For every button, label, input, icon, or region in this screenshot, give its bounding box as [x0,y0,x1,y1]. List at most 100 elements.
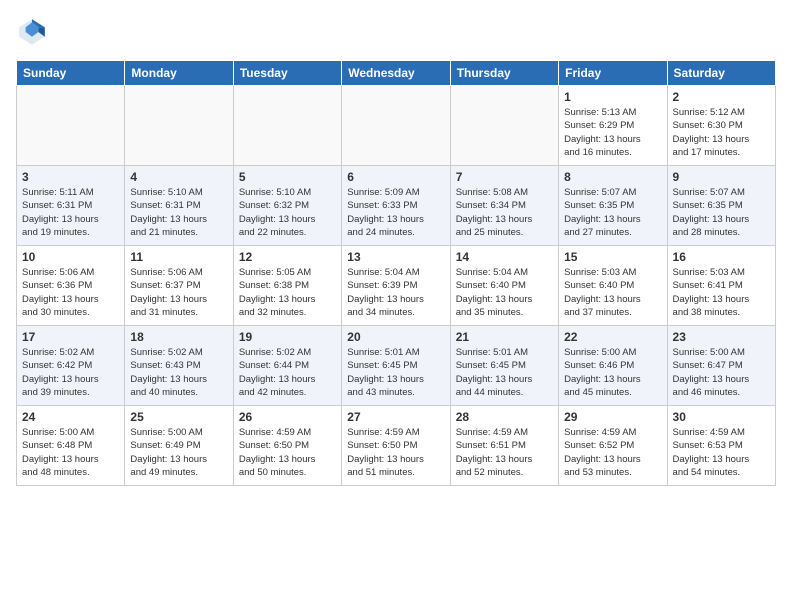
day-number: 15 [564,250,661,264]
weekday-header-wednesday: Wednesday [342,61,450,86]
calendar-cell: 16Sunrise: 5:03 AM Sunset: 6:41 PM Dayli… [667,246,775,326]
day-info: Sunrise: 5:04 AM Sunset: 6:40 PM Dayligh… [456,266,553,319]
day-info: Sunrise: 5:07 AM Sunset: 6:35 PM Dayligh… [564,186,661,239]
day-number: 7 [456,170,553,184]
day-number: 29 [564,410,661,424]
calendar-cell: 24Sunrise: 5:00 AM Sunset: 6:48 PM Dayli… [17,406,125,486]
calendar-cell: 6 Sunrise: 5:09 AM Sunset: 6:33 PM Daylig… [342,166,450,246]
day-number: 22 [564,330,661,344]
day-info: Sunrise: 5:13 AM Sunset: 6:29 PM Dayligh… [564,106,661,159]
calendar-cell: 11 Sunrise: 5:06 AM Sunset: 6:37 PM Dayli… [125,246,233,326]
day-info: Sunrise: 5:02 AM Sunset: 6:42 PM Dayligh… [22,346,119,399]
day-number: 14 [456,250,553,264]
day-number: 21 [456,330,553,344]
day-number: 24 [22,410,119,424]
day-number: 8 [564,170,661,184]
calendar-cell: 23Sunrise: 5:00 AM Sunset: 6:47 PM Dayli… [667,326,775,406]
day-number: 3 [22,170,119,184]
calendar-cell: 26 Sunrise: 4:59 AM Sunset: 6:50 PM Dayli… [233,406,341,486]
calendar-cell: 7 Sunrise: 5:08 AM Sunset: 6:34 PM Daylig… [450,166,558,246]
day-info: Sunrise: 5:00 AM Sunset: 6:47 PM Dayligh… [673,346,770,399]
calendar-cell: 30 Sunrise: 4:59 AM Sunset: 6:53 PM Dayli… [667,406,775,486]
day-number: 18 [130,330,227,344]
calendar-cell: 2 Sunrise: 5:12 AM Sunset: 6:30 PM Daylig… [667,86,775,166]
weekday-header-sunday: Sunday [17,61,125,86]
day-info: Sunrise: 5:11 AM Sunset: 6:31 PM Dayligh… [22,186,119,239]
day-info: Sunrise: 5:09 AM Sunset: 6:33 PM Dayligh… [347,186,444,239]
day-info: Sunrise: 5:08 AM Sunset: 6:34 PM Dayligh… [456,186,553,239]
day-info: Sunrise: 4:59 AM Sunset: 6:50 PM Dayligh… [239,426,336,479]
page-header [16,16,776,48]
calendar-cell: 14 Sunrise: 5:04 AM Sunset: 6:40 PM Dayli… [450,246,558,326]
day-number: 17 [22,330,119,344]
logo-icon [16,16,48,48]
day-number: 9 [673,170,770,184]
day-number: 6 [347,170,444,184]
calendar-cell: 13 Sunrise: 5:04 AM Sunset: 6:39 PM Dayli… [342,246,450,326]
day-number: 1 [564,90,661,104]
day-info: Sunrise: 5:02 AM Sunset: 6:43 PM Dayligh… [130,346,227,399]
day-number: 30 [673,410,770,424]
calendar-cell: 4 Sunrise: 5:10 AM Sunset: 6:31 PM Daylig… [125,166,233,246]
calendar-cell: 10 Sunrise: 5:06 AM Sunset: 6:36 PM Dayli… [17,246,125,326]
day-info: Sunrise: 4:59 AM Sunset: 6:53 PM Dayligh… [673,426,770,479]
calendar: SundayMondayTuesdayWednesdayThursdayFrid… [16,60,776,486]
calendar-cell: 15 Sunrise: 5:03 AM Sunset: 6:40 PM Dayli… [559,246,667,326]
calendar-week-5: 24Sunrise: 5:00 AM Sunset: 6:48 PM Dayli… [17,406,776,486]
calendar-cell: 17 Sunrise: 5:02 AM Sunset: 6:42 PM Dayli… [17,326,125,406]
day-number: 13 [347,250,444,264]
calendar-week-4: 17 Sunrise: 5:02 AM Sunset: 6:42 PM Dayli… [17,326,776,406]
day-info: Sunrise: 5:03 AM Sunset: 6:40 PM Dayligh… [564,266,661,319]
calendar-cell: 18 Sunrise: 5:02 AM Sunset: 6:43 PM Dayli… [125,326,233,406]
calendar-cell [233,86,341,166]
calendar-cell [17,86,125,166]
day-info: Sunrise: 5:07 AM Sunset: 6:35 PM Dayligh… [673,186,770,239]
calendar-cell [450,86,558,166]
day-number: 12 [239,250,336,264]
calendar-cell: 8 Sunrise: 5:07 AM Sunset: 6:35 PM Daylig… [559,166,667,246]
day-number: 11 [130,250,227,264]
day-info: Sunrise: 5:01 AM Sunset: 6:45 PM Dayligh… [456,346,553,399]
weekday-header-row: SundayMondayTuesdayWednesdayThursdayFrid… [17,61,776,86]
weekday-header-tuesday: Tuesday [233,61,341,86]
day-info: Sunrise: 4:59 AM Sunset: 6:50 PM Dayligh… [347,426,444,479]
weekday-header-thursday: Thursday [450,61,558,86]
day-info: Sunrise: 5:04 AM Sunset: 6:39 PM Dayligh… [347,266,444,319]
weekday-header-friday: Friday [559,61,667,86]
day-info: Sunrise: 5:06 AM Sunset: 6:36 PM Dayligh… [22,266,119,319]
day-number: 25 [130,410,227,424]
calendar-week-3: 10 Sunrise: 5:06 AM Sunset: 6:36 PM Dayli… [17,246,776,326]
day-info: Sunrise: 5:10 AM Sunset: 6:32 PM Dayligh… [239,186,336,239]
calendar-cell: 5 Sunrise: 5:10 AM Sunset: 6:32 PM Daylig… [233,166,341,246]
day-number: 5 [239,170,336,184]
day-number: 19 [239,330,336,344]
day-info: Sunrise: 5:10 AM Sunset: 6:31 PM Dayligh… [130,186,227,239]
day-info: Sunrise: 5:12 AM Sunset: 6:30 PM Dayligh… [673,106,770,159]
calendar-week-2: 3 Sunrise: 5:11 AM Sunset: 6:31 PM Daylig… [17,166,776,246]
day-number: 28 [456,410,553,424]
day-number: 26 [239,410,336,424]
weekday-header-monday: Monday [125,61,233,86]
weekday-header-saturday: Saturday [667,61,775,86]
day-number: 20 [347,330,444,344]
day-info: Sunrise: 5:00 AM Sunset: 6:46 PM Dayligh… [564,346,661,399]
day-info: Sunrise: 4:59 AM Sunset: 6:52 PM Dayligh… [564,426,661,479]
calendar-cell: 22 Sunrise: 5:00 AM Sunset: 6:46 PM Dayli… [559,326,667,406]
day-info: Sunrise: 5:06 AM Sunset: 6:37 PM Dayligh… [130,266,227,319]
calendar-cell: 29 Sunrise: 4:59 AM Sunset: 6:52 PM Dayli… [559,406,667,486]
calendar-cell [342,86,450,166]
day-info: Sunrise: 5:03 AM Sunset: 6:41 PM Dayligh… [673,266,770,319]
logo [16,16,52,48]
day-number: 10 [22,250,119,264]
day-number: 2 [673,90,770,104]
calendar-cell: 27 Sunrise: 4:59 AM Sunset: 6:50 PM Dayli… [342,406,450,486]
day-number: 4 [130,170,227,184]
calendar-cell: 28Sunrise: 4:59 AM Sunset: 6:51 PM Dayli… [450,406,558,486]
calendar-cell: 20 Sunrise: 5:01 AM Sunset: 6:45 PM Dayli… [342,326,450,406]
day-info: Sunrise: 5:02 AM Sunset: 6:44 PM Dayligh… [239,346,336,399]
calendar-cell: 19 Sunrise: 5:02 AM Sunset: 6:44 PM Dayli… [233,326,341,406]
day-info: Sunrise: 5:01 AM Sunset: 6:45 PM Dayligh… [347,346,444,399]
calendar-cell: 3 Sunrise: 5:11 AM Sunset: 6:31 PM Daylig… [17,166,125,246]
day-number: 27 [347,410,444,424]
calendar-week-1: 1 Sunrise: 5:13 AM Sunset: 6:29 PM Daylig… [17,86,776,166]
